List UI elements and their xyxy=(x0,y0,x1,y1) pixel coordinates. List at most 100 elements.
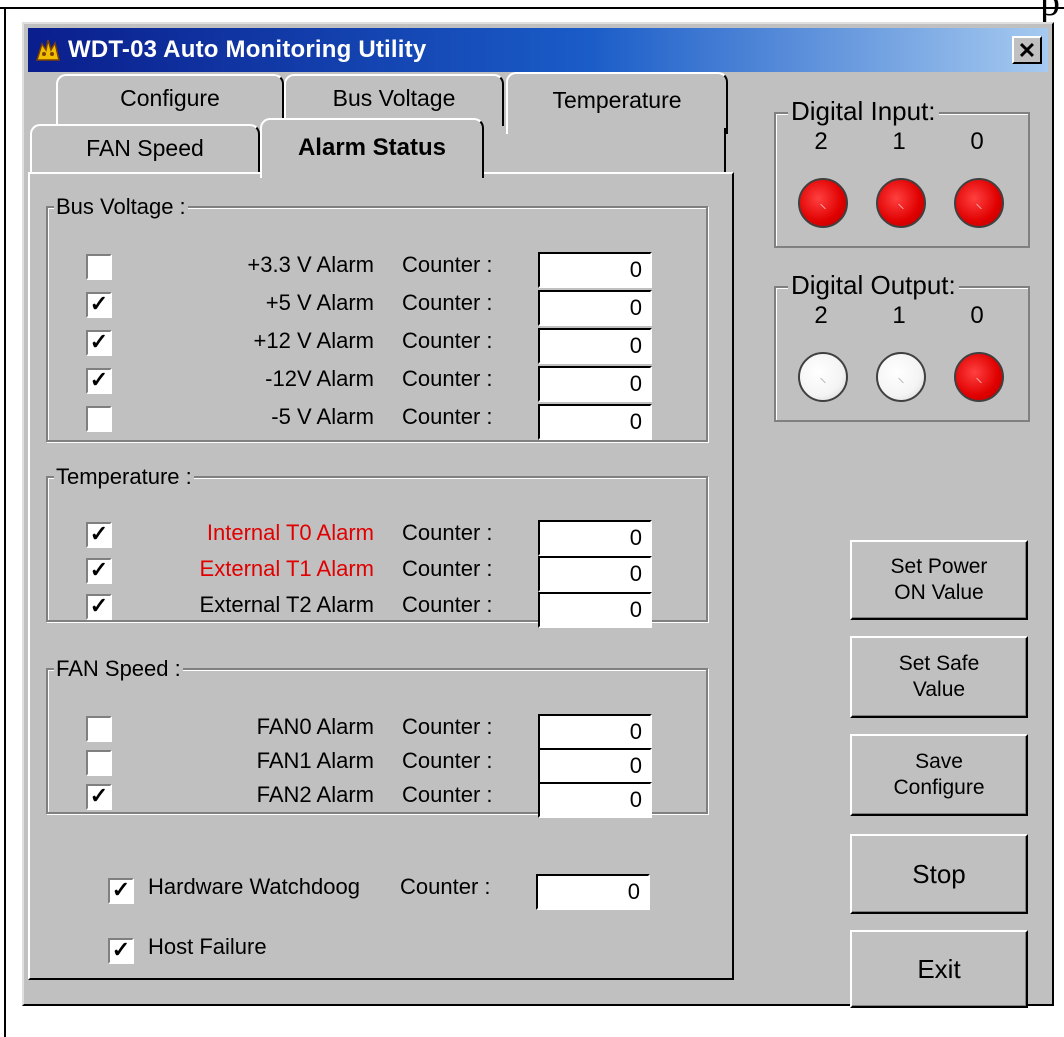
digital-input-group: Digital Input: 2 1 0 ⸜ ⸜ ⸜ xyxy=(774,96,1030,248)
output-led-2[interactable]: ⸜ xyxy=(798,352,848,402)
input-led-1: ⸜ xyxy=(876,178,926,228)
host-failure-label: Host Failure xyxy=(148,934,267,959)
tab-temperature[interactable]: Temperature xyxy=(506,72,728,134)
input-led-0: ⸜ xyxy=(954,178,1004,228)
counter-label: Counter : xyxy=(402,404,493,429)
counter-label: Counter : xyxy=(402,592,493,617)
counter-field[interactable]: 0 xyxy=(538,328,652,364)
alarm-row: ✓ -12V Alarm Counter : 0 xyxy=(48,364,708,402)
led-glint-icon: ⸜ xyxy=(819,368,827,385)
counter-field[interactable]: 0 xyxy=(538,290,652,326)
led-glint-icon: ⸜ xyxy=(975,368,983,385)
counter-field[interactable]: 0 xyxy=(538,520,652,556)
watchdog-counter-field[interactable]: 0 xyxy=(536,874,650,910)
counter-field[interactable]: 0 xyxy=(538,404,652,440)
counter-field[interactable]: 0 xyxy=(538,714,652,750)
counter-field[interactable]: 0 xyxy=(538,556,652,592)
counter-label: Counter : xyxy=(402,290,493,315)
output-channel-number: 2 xyxy=(814,302,828,329)
alarm-row: -5 V Alarm Counter : 0 xyxy=(48,402,708,440)
fan-speed-group: FAN Speed : FAN0 Alarm Counter : 0 FAN1 … xyxy=(46,656,708,818)
counter-label: Counter : xyxy=(402,366,493,391)
host-failure-row: ✓ Host Failure xyxy=(46,932,708,972)
alarm-row: FAN1 Alarm Counter : 0 xyxy=(48,746,708,784)
tab-fan-speed[interactable]: FAN Speed xyxy=(30,124,260,174)
alarm-row: ✓ +12 V Alarm Counter : 0 xyxy=(48,326,708,364)
alarm-row: ✓ FAN2 Alarm Counter : 0 xyxy=(48,780,708,818)
input-channel-number: 1 xyxy=(892,128,906,155)
digital-output-legend: Digital Output: xyxy=(788,270,959,301)
fan-speed-legend: FAN Speed : xyxy=(54,656,183,682)
set-safe-value-button[interactable]: Set Safe Value xyxy=(850,636,1028,718)
exit-button[interactable]: Exit xyxy=(850,930,1028,1008)
alarm-checkbox[interactable]: ✓ xyxy=(86,522,112,548)
counter-label: Counter : xyxy=(402,782,493,807)
counter-label: Counter : xyxy=(402,328,493,353)
set-power-on-value-button[interactable]: Set Power ON Value xyxy=(850,540,1028,620)
led-glint-icon: ⸜ xyxy=(897,368,905,385)
bus-voltage-group: Bus Voltage : +3.3 V Alarm Counter : 0 ✓… xyxy=(46,194,708,442)
alarm-checkbox[interactable] xyxy=(86,254,112,280)
alarm-label: +3.3 V Alarm xyxy=(247,252,374,277)
input-led-2: ⸜ xyxy=(798,178,848,228)
watchdog-label: Hardware Watchdoog xyxy=(148,874,360,899)
input-channel-number: 2 xyxy=(814,128,828,155)
alarm-checkbox[interactable] xyxy=(86,750,112,776)
alarm-row: ✓ External T2 Alarm Counter : 0 xyxy=(48,590,708,628)
alarm-checkbox[interactable]: ✓ xyxy=(86,594,112,620)
stop-button[interactable]: Stop xyxy=(850,834,1028,914)
counter-label: Counter : xyxy=(402,714,493,739)
counter-field[interactable]: 0 xyxy=(538,782,652,818)
alarm-label: -5 V Alarm xyxy=(271,404,374,429)
save-configure-button[interactable]: Save Configure xyxy=(850,734,1028,816)
temperature-legend: Temperature : xyxy=(54,464,194,490)
counter-field[interactable]: 0 xyxy=(538,592,652,628)
output-led-0[interactable]: ⸜ xyxy=(954,352,1004,402)
alarm-checkbox[interactable]: ✓ xyxy=(86,292,112,318)
input-channel-number: 0 xyxy=(970,128,984,155)
alarm-label: FAN2 Alarm xyxy=(256,782,374,807)
counter-label: Counter : xyxy=(402,520,493,545)
led-glint-icon: ⸜ xyxy=(819,194,827,211)
title-bar[interactable]: WDT-03 Auto Monitoring Utility ✕ xyxy=(28,28,1048,72)
alarm-checkbox[interactable] xyxy=(86,716,112,742)
alarm-label: +12 V Alarm xyxy=(253,328,374,353)
window-title: WDT-03 Auto Monitoring Utility xyxy=(68,36,427,63)
digital-input-legend: Digital Input: xyxy=(788,96,939,127)
alarm-checkbox[interactable]: ✓ xyxy=(86,558,112,584)
alarm-label: External T2 Alarm xyxy=(199,592,374,617)
output-channel-number: 1 xyxy=(892,302,906,329)
bus-voltage-legend: Bus Voltage : xyxy=(54,194,188,220)
led-glint-icon: ⸜ xyxy=(897,194,905,211)
digital-output-group: Digital Output: 2 1 0 ⸜ ⸜ ⸜ xyxy=(774,270,1030,422)
temperature-group: Temperature : ✓ Internal T0 Alarm Counte… xyxy=(46,464,708,628)
counter-field[interactable]: 0 xyxy=(538,252,652,288)
output-channel-number: 0 xyxy=(970,302,984,329)
alarm-label: External T1 Alarm xyxy=(199,556,374,581)
watchdog-checkbox[interactable]: ✓ xyxy=(108,878,134,904)
page-top-rule xyxy=(0,7,1064,9)
alarm-checkbox[interactable] xyxy=(86,406,112,432)
output-led-1[interactable]: ⸜ xyxy=(876,352,926,402)
counter-field[interactable]: 0 xyxy=(538,748,652,784)
counter-label: Counter : xyxy=(402,748,493,773)
counter-label: Counter : xyxy=(402,556,493,581)
tab-alarm-status[interactable]: Alarm Status xyxy=(260,118,484,178)
counter-label: Counter : xyxy=(402,252,493,277)
alarm-label: Internal T0 Alarm xyxy=(206,520,374,545)
alarm-label: FAN1 Alarm xyxy=(256,748,374,773)
alarm-row: ✓ External T1 Alarm Counter : 0 xyxy=(48,554,708,592)
alarm-label: FAN0 Alarm xyxy=(256,714,374,739)
alarm-checkbox[interactable]: ✓ xyxy=(86,368,112,394)
page-left-rule xyxy=(4,7,6,1037)
led-glint-icon: ⸜ xyxy=(975,194,983,211)
alarm-row: ✓ +5 V Alarm Counter : 0 xyxy=(48,288,708,326)
host-failure-checkbox[interactable]: ✓ xyxy=(108,938,134,964)
close-icon: ✕ xyxy=(1017,38,1037,63)
tab-configure[interactable]: Configure xyxy=(56,74,284,126)
alarm-checkbox[interactable]: ✓ xyxy=(86,784,112,810)
close-button[interactable]: ✕ xyxy=(1012,36,1042,64)
counter-field[interactable]: 0 xyxy=(538,366,652,402)
alarm-checkbox[interactable]: ✓ xyxy=(86,330,112,356)
alarm-label: -12V Alarm xyxy=(265,366,374,391)
